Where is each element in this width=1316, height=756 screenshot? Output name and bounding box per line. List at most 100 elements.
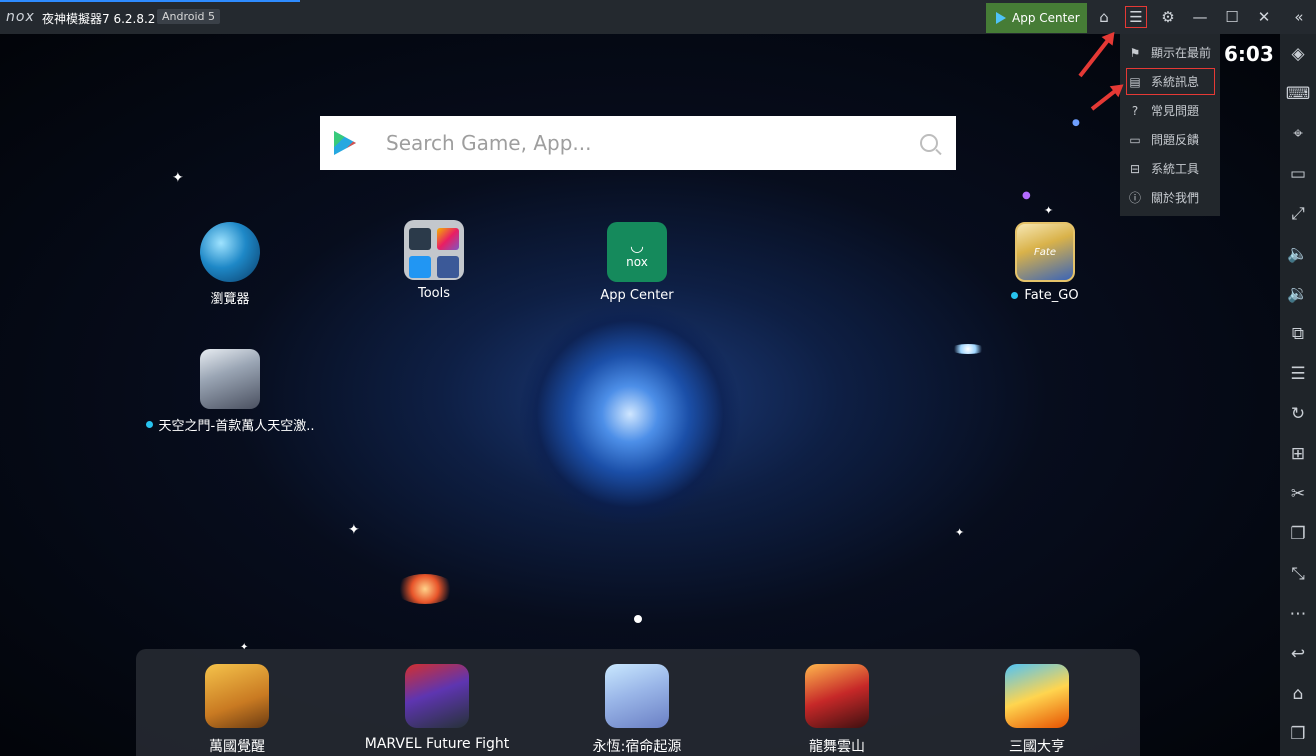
maximize-icon[interactable]: ☐ xyxy=(1221,6,1243,28)
screen-icon[interactable]: ▭ xyxy=(1280,160,1316,188)
menu-item-system-info[interactable]: ▤ 系統訊息 xyxy=(1125,67,1216,96)
dock-app-rise-of-kingdoms[interactable]: 萬國覺醒 xyxy=(147,664,327,756)
gallery-app-icon xyxy=(437,228,459,250)
back-icon[interactable]: ↩ xyxy=(1280,640,1316,668)
app-app-center[interactable]: ◡ nox App Center xyxy=(557,222,717,303)
app-label: Tools xyxy=(417,286,451,301)
app-label: 瀏覽器 xyxy=(210,292,250,307)
menu-item-faq[interactable]: ? 常見問題 xyxy=(1120,96,1220,125)
dock-app-label: 萬國覺醒 xyxy=(209,739,265,755)
volume-down-icon[interactable]: 🔉 xyxy=(1280,280,1316,308)
app-label: Fate_GO xyxy=(1024,288,1079,303)
dock-app-three-kingdoms-tycoon[interactable]: 三國大亨 xyxy=(947,664,1127,756)
dock-app-label: 龍舞雲山 xyxy=(809,739,865,755)
google-play-search-bar[interactable]: Search Game, App... xyxy=(320,116,956,170)
facebook-icon xyxy=(437,256,459,278)
dock-app-dragon-dance[interactable]: 龍舞雲山 xyxy=(747,664,927,756)
feedback-icon: ▭ xyxy=(1129,132,1141,147)
rotate-icon[interactable]: ◈ xyxy=(1280,40,1316,68)
macro-icon[interactable]: ↻ xyxy=(1280,400,1316,428)
shirt-icon[interactable]: ⌂ xyxy=(1093,6,1115,28)
nox-logo: nox xyxy=(6,9,35,25)
dragon-dance-icon xyxy=(805,664,869,728)
menu-icon[interactable]: ☰ xyxy=(1125,6,1147,28)
recent-apps-icon[interactable]: ❒ xyxy=(1280,720,1316,748)
scissors-icon[interactable]: ✂ xyxy=(1280,480,1316,508)
menu-item-system-tools[interactable]: ⊟ 系統工具 xyxy=(1120,154,1220,183)
minimize-icon[interactable]: — xyxy=(1189,6,1211,28)
menu-item-about[interactable]: ⓘ 關於我們 xyxy=(1120,183,1220,212)
star-decoration: ● xyxy=(1022,190,1031,201)
volume-up-icon[interactable]: 🔈 xyxy=(1280,240,1316,268)
dock-app-label: 永恆:宿命起源 xyxy=(592,739,682,755)
fate-go-icon: Fate xyxy=(1015,222,1075,282)
status-clock: 6:03 xyxy=(1224,42,1274,66)
add-apk-icon[interactable]: ⊞ xyxy=(1280,440,1316,468)
new-app-dot xyxy=(1011,292,1019,299)
star-decoration: ✦ xyxy=(955,526,965,539)
question-icon: ? xyxy=(1131,103,1139,118)
multi-instance-icon[interactable]: ❐ xyxy=(1280,520,1316,548)
new-app-dot xyxy=(145,421,153,428)
pin-icon: ⚑ xyxy=(1129,45,1141,60)
page-indicator xyxy=(634,615,642,623)
nebula-wallpaper xyxy=(395,574,455,604)
loading-progress-bar xyxy=(0,0,300,2)
app-browser[interactable]: 瀏覽器 xyxy=(150,222,310,307)
eternal-origin-icon xyxy=(605,664,669,728)
star-decoration: ✦ xyxy=(348,522,360,538)
menu-item-feedback[interactable]: ▭ 問題反饋 xyxy=(1120,125,1220,154)
app-label: App Center xyxy=(600,288,674,303)
menu-item-label: 顯示在最前 xyxy=(1151,46,1212,60)
play-triangle-icon xyxy=(996,12,1006,24)
resize-icon[interactable]: ⤡ xyxy=(1280,560,1316,588)
dock-app-marvel-future-fight[interactable]: MARVEL Future Fight xyxy=(347,664,527,752)
title-bar: nox 夜神模擬器7 6.2.8.2 Android 5 App Center … xyxy=(0,0,1316,34)
app-title: 夜神模擬器7 6.2.8.2 xyxy=(42,12,156,26)
menu-item-always-on-top[interactable]: ⚑ 顯示在最前 xyxy=(1120,38,1220,67)
menu-item-label: 系統工具 xyxy=(1151,162,1200,176)
three-kingdoms-tycoon-icon xyxy=(1005,664,1069,728)
menu-item-label: 關於我們 xyxy=(1151,191,1200,205)
apk-install-icon[interactable]: ☰ xyxy=(1280,360,1316,388)
screenshot-icon[interactable]: ⧉ xyxy=(1280,320,1316,348)
galaxy-wallpaper xyxy=(520,304,740,524)
app-fate-go[interactable]: Fate Fate_GO xyxy=(965,222,1125,303)
nox-emulator-window: nox 夜神模擬器7 6.2.8.2 Android 5 App Center … xyxy=(0,0,1316,756)
android-home-screen: ✦ ✦ ✦ ✦ ● ● ✦ 6:03 Search Game, App... 瀏… xyxy=(0,34,1280,756)
dock-app-label: 三國大亨 xyxy=(1009,739,1065,755)
android-version-badge: Android 5 xyxy=(157,9,221,24)
fullscreen-icon[interactable]: ⤢ xyxy=(1280,200,1316,228)
close-icon[interactable]: ✕ xyxy=(1253,6,1275,28)
app-center-button[interactable]: App Center xyxy=(986,3,1087,33)
right-toolbar: ◈ ⌨ ⌖ ▭ ⤢ 🔈 🔉 ⧉ ☰ ↻ ⊞ ✂ ❐ ⤡ ⋯ ↩ ⌂ ❒ xyxy=(1280,34,1316,756)
gear-icon[interactable]: ⚙ xyxy=(1157,6,1179,28)
settings-app-icon xyxy=(409,228,431,250)
keyboard-icon[interactable]: ⌨ xyxy=(1280,80,1316,108)
google-play-icon xyxy=(334,131,356,155)
dock-app-eternal-origin[interactable]: 永恆:宿命起源 xyxy=(547,664,727,756)
star-decoration: ● xyxy=(1072,118,1080,128)
marvel-future-fight-icon xyxy=(405,664,469,728)
location-icon[interactable]: ⌖ xyxy=(1280,120,1316,148)
file-manager-app-icon xyxy=(409,256,431,278)
shopping-bag-icon: ◡ nox xyxy=(607,222,667,282)
app-tianmen[interactable]: 天空之門-首款萬人天空激.. xyxy=(130,349,330,434)
comet-wallpaper xyxy=(950,344,986,354)
tools-folder-icon xyxy=(404,220,464,280)
app-tools-folder[interactable]: Tools xyxy=(354,220,514,301)
search-icon[interactable] xyxy=(920,134,938,152)
globe-icon xyxy=(200,222,260,282)
info-panel-icon: ▤ xyxy=(1129,74,1141,89)
menu-item-label: 問題反饋 xyxy=(1151,133,1200,147)
toolbox-icon: ⊟ xyxy=(1129,161,1141,176)
tianmen-game-icon xyxy=(200,349,260,409)
about-icon: ⓘ xyxy=(1128,191,1141,205)
dock-app-label: MARVEL Future Fight xyxy=(364,736,510,752)
collapse-icon[interactable]: « xyxy=(1288,6,1310,28)
more-icon[interactable]: ⋯ xyxy=(1280,600,1316,628)
home-icon[interactable]: ⌂ xyxy=(1280,680,1316,708)
search-placeholder: Search Game, App... xyxy=(386,131,592,155)
settings-dropdown-menu: ⚑ 顯示在最前 ▤ 系統訊息 ? 常見問題 ▭ 問題反饋 ⊟ 系統工具 ⓘ 關於… xyxy=(1120,34,1220,216)
menu-item-label: 常見問題 xyxy=(1151,104,1200,118)
